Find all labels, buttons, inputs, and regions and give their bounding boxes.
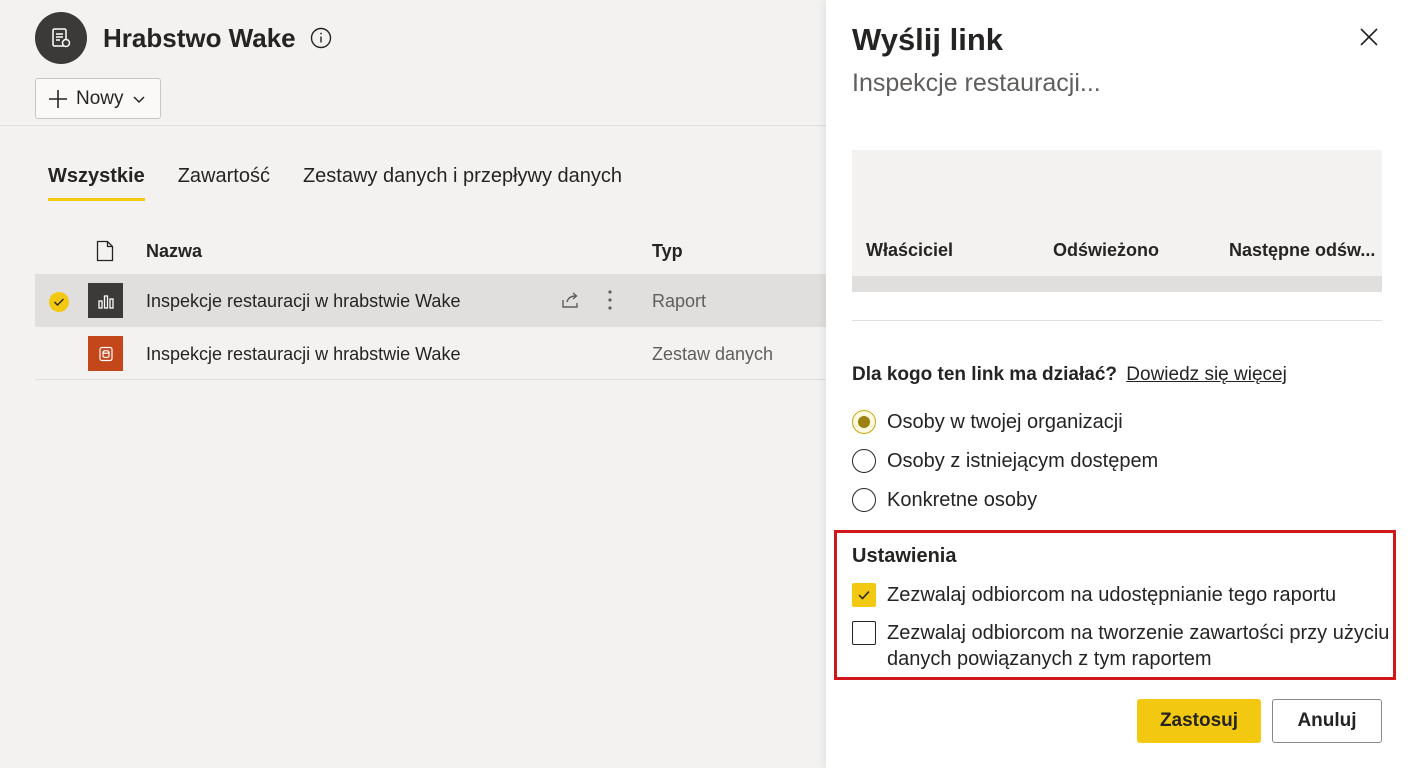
workspace-area: Hrabstwo Wake Nowy Wszystkie Zawartość Z… [0, 0, 826, 768]
content-table: Nazwa Typ Inspekcje restauracji w hrabst… [35, 228, 826, 380]
column-header-name[interactable]: Nazwa [146, 241, 202, 262]
radio-label: Osoby z istniejącym dostępem [887, 449, 1159, 472]
workspace-avatar [35, 12, 87, 64]
radio-option-specific-people[interactable]: Konkretne osoby [852, 488, 1037, 512]
checkbox[interactable] [852, 583, 876, 607]
report-preview: Właściciel Odświeżono Następne odśw... [852, 150, 1382, 292]
panel-title: Wyślij link [852, 22, 1004, 57]
tab-content[interactable]: Zawartość [178, 165, 270, 201]
apply-button[interactable]: Zastosuj [1137, 699, 1261, 743]
panel-divider [852, 320, 1382, 321]
checkmark-icon [858, 590, 870, 600]
tab-datasets[interactable]: Zestawy danych i przepływy danych [303, 165, 622, 201]
radio-button[interactable] [852, 488, 876, 512]
item-name[interactable]: Inspekcje restauracji w hrabstwie Wake [146, 344, 460, 365]
new-button-label: Nowy [76, 87, 124, 109]
preview-strip [852, 276, 1382, 292]
file-type-icon [96, 240, 114, 267]
workspace-header: Hrabstwo Wake [35, 12, 332, 64]
item-type: Zestaw danych [652, 344, 774, 364]
item-name[interactable]: Inspekcje restauracji w hrabstwie Wake [146, 291, 460, 312]
share-icon[interactable] [560, 290, 580, 315]
dataset-icon [88, 336, 123, 371]
audience-question: Dla kogo ten link ma działać? Dowiedz si… [852, 364, 1287, 386]
radio-option-organization[interactable]: Osoby w twojej organizacji [852, 410, 1123, 434]
radio-option-existing-access[interactable]: Osoby z istniejącym dostępem [852, 449, 1158, 473]
checkbox-allow-share[interactable]: Zezwalaj odbiorcom na udostępnianie tego… [852, 582, 1336, 608]
workspace-icon [52, 28, 71, 48]
column-header-type[interactable]: Typ [652, 241, 683, 262]
plus-icon [48, 89, 68, 109]
chevron-down-icon [132, 92, 146, 106]
radio-button[interactable] [852, 410, 876, 434]
content-tabs: Wszystkie Zawartość Zestawy danych i prz… [48, 165, 622, 201]
checkbox[interactable] [852, 621, 876, 645]
radio-button[interactable] [852, 449, 876, 473]
preview-column-refreshed: Odświeżono [1053, 240, 1160, 260]
close-icon[interactable] [1359, 27, 1379, 52]
tab-all[interactable]: Wszystkie [48, 165, 145, 201]
selected-check-icon[interactable] [48, 291, 70, 318]
cancel-button[interactable]: Anuluj [1272, 699, 1382, 743]
radio-label: Konkretne osoby [887, 488, 1038, 511]
checkbox-allow-build[interactable]: Zezwalaj odbiorcom na tworzenie zawartoś… [852, 620, 1392, 672]
preview-column-next-refresh: Następne odśw... [1229, 240, 1376, 260]
checkbox-label: Zezwalaj odbiorcom na tworzenie zawartoś… [887, 622, 1390, 670]
preview-columns: Właściciel Odświeżono Następne odśw... [852, 240, 1382, 276]
table-header: Nazwa Typ [35, 228, 826, 274]
send-link-panel: Wyślij link Inspekcje restauracji... Wła… [826, 0, 1408, 768]
settings-title: Ustawienia [852, 545, 957, 567]
audience-question-text: Dla kogo ten link ma działać? [852, 364, 1118, 385]
panel-subtitle: Inspekcje restauracji... [852, 69, 1101, 97]
report-icon [88, 283, 123, 318]
table-row[interactable]: Inspekcje restauracji w hrabstwie Wake R… [35, 274, 826, 327]
item-type: Raport [652, 291, 707, 311]
checkbox-label: Zezwalaj odbiorcom na udostępnianie tego… [887, 584, 1337, 606]
learn-more-link[interactable]: Dowiedz się więcej [1126, 364, 1287, 385]
more-options-icon[interactable] [607, 289, 613, 316]
info-icon[interactable] [310, 27, 332, 49]
settings-section: Ustawienia Zezwalaj odbiorcom na udostęp… [834, 530, 1396, 680]
radio-label: Osoby w twojej organizacji [887, 410, 1123, 433]
preview-column-owner: Właściciel [866, 240, 954, 260]
table-row[interactable]: Inspekcje restauracji w hrabstwie Wake Z… [35, 327, 826, 380]
new-button[interactable]: Nowy [35, 78, 161, 119]
header-divider [0, 125, 826, 126]
workspace-title: Hrabstwo Wake [103, 22, 296, 53]
